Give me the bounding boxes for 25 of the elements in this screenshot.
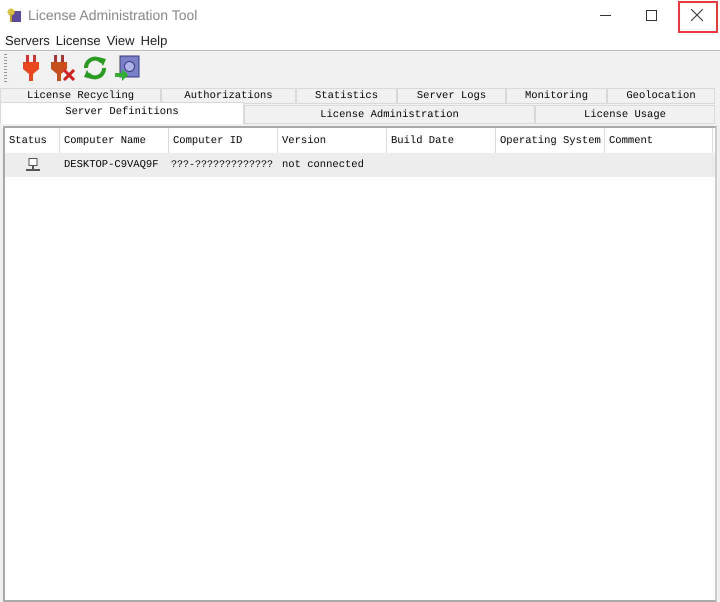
tab[interactable]: Authorizations [161, 88, 296, 104]
table-row[interactable]: DESKTOP-C9VAQ9F ???-????????????? not connected [5, 153, 715, 177]
menu-item[interactable]: Help [138, 32, 170, 48]
plug-remove-icon[interactable] [49, 54, 77, 82]
highlight-frame [678, 1, 718, 33]
safe-import-icon[interactable] [113, 54, 141, 82]
maximize-icon [646, 10, 656, 20]
app-icon [6, 7, 22, 23]
tab[interactable]: Statistics [296, 88, 397, 104]
menu-item[interactable]: Servers [2, 32, 53, 48]
tab[interactable]: License Usage [535, 105, 715, 124]
close-icon [691, 9, 703, 21]
tab[interactable]: Server Logs [397, 88, 506, 104]
tab[interactable]: License Administration [244, 105, 535, 124]
table-cell-text: DESKTOP-C9VAQ9F [63, 158, 160, 173]
minimize-icon [600, 14, 610, 16]
table-cell-text: not connected [281, 158, 365, 173]
menu-item[interactable]: View [104, 32, 138, 48]
tab[interactable]: Server Definitions [0, 102, 244, 124]
tab[interactable]: Geolocation [607, 88, 715, 104]
table-cell-text: ???-????????????? [170, 158, 274, 172]
tab[interactable]: Monitoring [506, 88, 607, 104]
computer-icon [26, 158, 40, 172]
window-title: License Administration Tool [28, 7, 198, 23]
menu-item[interactable]: License [52, 32, 104, 48]
